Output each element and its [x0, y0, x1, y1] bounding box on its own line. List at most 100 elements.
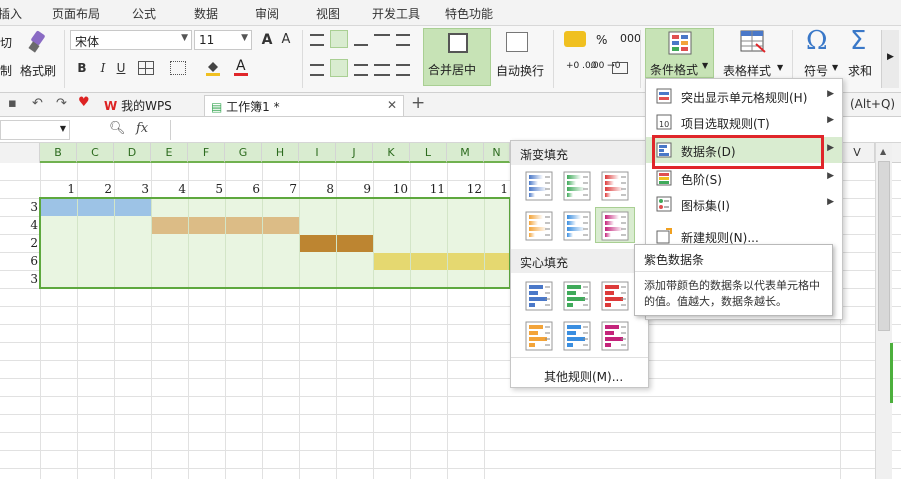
thousands-button[interactable]: 000: [620, 32, 641, 45]
underline-button[interactable]: U: [114, 60, 128, 76]
gradient-databar-icon[interactable]: [601, 211, 629, 241]
menu-tab-data[interactable]: 数据: [194, 5, 218, 22]
gradient-databar-icon[interactable]: [563, 211, 591, 241]
column-header-v[interactable]: V: [840, 143, 875, 163]
percent-button[interactable]: %: [596, 33, 607, 47]
align-left-icon[interactable]: [310, 64, 324, 76]
gradient-databar-icon[interactable]: [525, 211, 553, 241]
scrollbar-thumb[interactable]: [878, 161, 890, 331]
decrease-font-icon[interactable]: A: [278, 32, 294, 48]
chevron-down-icon: ▼: [181, 33, 188, 43]
align-top-icon[interactable]: [310, 34, 324, 46]
column-header-h[interactable]: H: [262, 143, 299, 163]
menu-tab-special[interactable]: 特色功能: [445, 5, 493, 22]
tab-workbook1[interactable]: ▤ 工作簿1 * ✕: [204, 95, 404, 116]
font-size-select[interactable]: 11 ▼: [194, 30, 252, 50]
help-shortcut-text: (Alt+Q): [850, 97, 896, 111]
name-box[interactable]: ▼: [0, 120, 70, 140]
font-name-select[interactable]: 宋体 ▼: [70, 30, 192, 50]
scroll-up-icon[interactable]: ▲: [880, 147, 886, 156]
more-rules-item[interactable]: 其他规则(M)...: [544, 368, 623, 385]
solid-databar-icon[interactable]: [525, 321, 553, 351]
align-bottom-icon[interactable]: [354, 34, 368, 46]
menu-tab-view[interactable]: 视图: [316, 5, 340, 22]
column-header-m[interactable]: M: [447, 143, 484, 163]
font-color-icon[interactable]: A: [234, 58, 248, 76]
save-icon[interactable]: ▪: [8, 96, 17, 111]
bold-button[interactable]: B: [74, 60, 90, 76]
fill-color-icon[interactable]: [205, 60, 221, 76]
menu-item-highlight-rules[interactable]: 突出显示单元格规则(H) ▶: [646, 83, 842, 109]
ribbon-scroll-right[interactable]: ▶: [881, 30, 899, 88]
redo-icon[interactable]: ↷: [56, 96, 67, 111]
column-header-i[interactable]: I: [299, 143, 336, 163]
ribbon-separator: [64, 30, 65, 88]
new-rule-icon: [656, 228, 672, 244]
grid-line: [0, 468, 901, 469]
chevron-right-icon: ▶: [827, 89, 834, 99]
cut-button[interactable]: 切: [0, 34, 12, 51]
column-header-l[interactable]: L: [410, 143, 447, 163]
menu-item-top-bottom-rules[interactable]: 10 项目选取规则(T) ▶: [646, 109, 842, 135]
copy-button[interactable]: 制: [0, 62, 12, 79]
column-header-f[interactable]: F: [188, 143, 225, 163]
distributed-icon[interactable]: [396, 64, 410, 76]
increase-font-icon[interactable]: A: [258, 32, 276, 48]
column-header-g[interactable]: G: [225, 143, 262, 163]
menu-tab-developer[interactable]: 开发工具: [372, 5, 420, 22]
gradient-databar-icon[interactable]: [563, 171, 591, 201]
column-header-e[interactable]: E: [151, 143, 188, 163]
function-icon[interactable]: fx: [136, 121, 148, 136]
solid-databar-icon[interactable]: [601, 321, 629, 351]
symbol-button[interactable]: 符号: [804, 62, 828, 79]
vertical-scrollbar[interactable]: ▲: [875, 143, 893, 479]
auto-wrap-button[interactable]: 自动换行: [496, 62, 544, 79]
menu-tab-insert[interactable]: 插入: [0, 5, 22, 22]
corner-cell[interactable]: [0, 143, 40, 163]
column-header-c[interactable]: C: [77, 143, 114, 163]
border-icon[interactable]: [138, 61, 154, 75]
solid-databar-icon[interactable]: [525, 281, 553, 311]
merge-center-button[interactable]: 合并居中: [423, 28, 491, 86]
fill-pattern-icon[interactable]: [170, 61, 186, 75]
pin-icon[interactable]: ♥: [78, 95, 90, 110]
menu-divider: [511, 357, 648, 358]
text-direction-icon[interactable]: [374, 34, 390, 46]
close-icon[interactable]: ✕: [387, 98, 397, 112]
column-header-j[interactable]: J: [336, 143, 373, 163]
tab-my-wps[interactable]: W 我的WPS: [98, 95, 202, 116]
grid-line: [0, 324, 901, 325]
column-header-d[interactable]: D: [114, 143, 151, 163]
zoom-icon[interactable]: 🔍︎: [109, 121, 126, 136]
column-header-k[interactable]: K: [373, 143, 410, 163]
sum-button[interactable]: 求和: [848, 62, 872, 79]
italic-button[interactable]: I: [96, 60, 110, 76]
gradient-databar-icon[interactable]: [601, 171, 629, 201]
menu-tab-page-layout[interactable]: 页面布局: [52, 5, 100, 22]
justify-icon[interactable]: [374, 64, 390, 76]
gradient-databar-icon[interactable]: [525, 171, 553, 201]
menu-item-icon-sets[interactable]: 图标集(I) ▶: [646, 191, 842, 217]
column-header-n[interactable]: N: [484, 143, 510, 163]
grid-line: [0, 414, 901, 415]
format-painter-icon[interactable]: [28, 30, 50, 54]
scroll-position-marker: [890, 343, 893, 403]
menu-tab-formula[interactable]: 公式: [132, 5, 156, 22]
currency-icon[interactable]: [564, 31, 586, 47]
align-right-icon[interactable]: [354, 64, 368, 76]
indent-icon[interactable]: [396, 34, 410, 46]
solid-databar-icon[interactable]: [601, 281, 629, 311]
new-tab-icon[interactable]: +: [411, 93, 425, 113]
number-format-icon[interactable]: [612, 62, 628, 74]
conditional-format-button[interactable]: 条件格式 ▼: [645, 28, 714, 78]
solid-databar-icon[interactable]: [563, 321, 591, 351]
chevron-down-icon: ▼: [777, 63, 784, 72]
table-style-button[interactable]: 表格样式: [723, 62, 771, 79]
align-middle-icon[interactable]: [330, 30, 348, 48]
column-header-b[interactable]: B: [40, 143, 77, 163]
undo-icon[interactable]: ↶: [32, 96, 43, 111]
align-center-icon[interactable]: [330, 59, 348, 77]
tooltip-title: 紫色数据条: [644, 253, 705, 267]
menu-tab-review[interactable]: 审阅: [255, 5, 279, 22]
solid-databar-icon[interactable]: [563, 281, 591, 311]
